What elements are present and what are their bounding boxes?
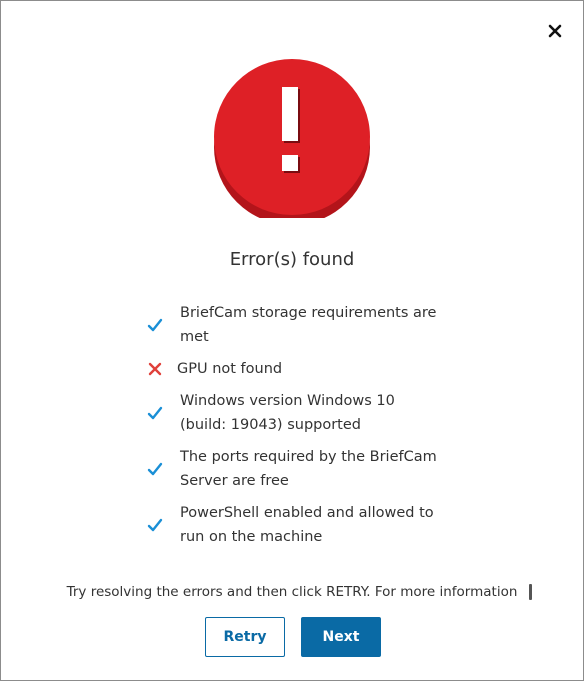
requirements-list: BriefCam storage requirements are met GP… [145, 301, 445, 557]
close-button[interactable] [545, 21, 565, 41]
check-item-powershell: PowerShell enabled and allowed to run on… [145, 501, 445, 549]
cross-icon [145, 359, 165, 379]
checkmark-icon [145, 459, 165, 479]
scrollbar-thumb[interactable] [529, 584, 532, 600]
checkmark-icon [145, 403, 165, 423]
check-item-windows: Windows version Windows 10 (build: 19043… [145, 389, 445, 437]
installer-dialog: Error(s) found BriefCam storage requirem… [0, 0, 584, 681]
close-icon [548, 24, 562, 38]
check-item-label: The ports required by the BriefCam Serve… [180, 449, 437, 489]
check-item-label: PowerShell enabled and allowed to run on… [180, 505, 434, 545]
checkmark-icon [145, 515, 165, 535]
check-item-label: GPU not found [177, 361, 283, 377]
dialog-title: Error(s) found [229, 249, 355, 270]
error-exclamation-icon [214, 59, 370, 218]
check-item-label: Windows version Windows 10 (build: 19043… [180, 393, 395, 433]
retry-button[interactable]: Retry [205, 617, 285, 657]
check-item-gpu: GPU not found [145, 357, 445, 381]
help-text: Try resolving the errors and then click … [66, 584, 518, 600]
check-item-storage: BriefCam storage requirements are met [145, 301, 445, 349]
check-item-ports: The ports required by the BriefCam Serve… [145, 445, 445, 493]
next-button[interactable]: Next [301, 617, 381, 657]
checkmark-icon [145, 315, 165, 335]
check-item-label: BriefCam storage requirements are met [180, 305, 437, 345]
